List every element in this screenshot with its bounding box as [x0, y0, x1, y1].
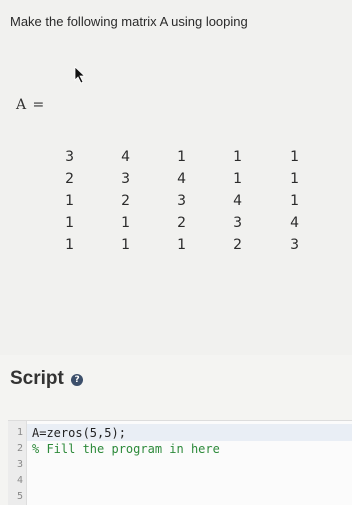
matrix-cell: 3 [233, 215, 242, 231]
matrix-cell: 1 [233, 149, 242, 165]
script-heading: Script ? [10, 368, 84, 390]
matrix-cell: 4 [233, 193, 242, 209]
matrix-cell: 1 [121, 215, 130, 231]
matrix-cell: 4 [121, 149, 130, 165]
matrix-cell: 2 [233, 237, 242, 253]
matrix-cell: 1 [121, 237, 130, 253]
matrix-cell: 1 [65, 215, 74, 231]
line-number: 4 [16, 475, 23, 486]
code-editor[interactable]: 1 2 3 4 5 A=zeros(5,5); % Fill the progr… [8, 420, 352, 505]
matrix-cell: 1 [177, 149, 186, 165]
line-number: 1 [16, 427, 23, 438]
line-number: 2 [16, 443, 23, 454]
problem-panel: Make the following matrix A using loopin… [0, 0, 352, 355]
matrix-cell: 1 [290, 171, 299, 187]
matrix-label: A = [16, 97, 46, 113]
line-number: 5 [16, 491, 23, 502]
script-title: Script [10, 368, 64, 389]
matrix-cell: 2 [177, 215, 186, 231]
line-number: 3 [16, 459, 23, 470]
code-line[interactable]: A=zeros(5,5); [32, 425, 126, 441]
help-icon[interactable]: ? [71, 374, 84, 386]
matrix-cell: 1 [290, 149, 299, 165]
matrix-cell: 4 [177, 171, 186, 187]
code-comment-line[interactable]: % Fill the program in here [32, 441, 220, 457]
matrix-cell: 3 [65, 149, 74, 165]
matrix-cell: 3 [177, 193, 186, 209]
matrix-cell: 1 [65, 237, 74, 253]
matrix-display: 3 4 1 1 1 2 3 4 1 1 1 2 3 4 1 1 1 2 3 4 … [40, 146, 330, 256]
matrix-cell: 2 [121, 193, 130, 209]
mouse-pointer-icon [74, 66, 86, 84]
instruction-text: Make the following matrix A using loopin… [10, 14, 248, 29]
matrix-cell: 2 [65, 171, 74, 187]
matrix-cell: 1 [233, 171, 242, 187]
matrix-cell: 1 [65, 193, 74, 209]
matrix-cell: 4 [290, 215, 299, 231]
matrix-cell: 3 [290, 237, 299, 253]
matrix-cell: 1 [177, 237, 186, 253]
line-number-gutter: 1 2 3 4 5 [8, 421, 27, 505]
matrix-cell: 3 [121, 171, 130, 187]
matrix-cell: 1 [290, 193, 299, 209]
